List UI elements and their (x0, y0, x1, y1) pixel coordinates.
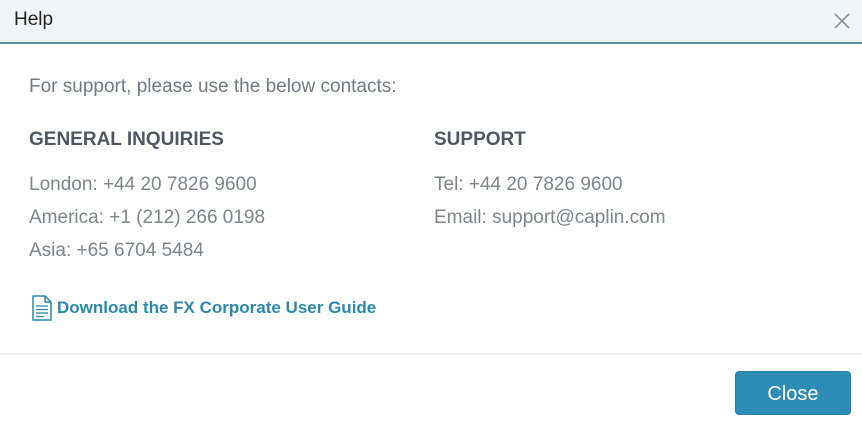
support-tel: Tel: +44 20 7826 9600 (434, 174, 623, 195)
footer-divider (0, 353, 862, 355)
contact-asia: Asia: +65 6704 5484 (29, 240, 204, 261)
general-inquiries-heading: GENERAL INQUIRIES (29, 129, 224, 150)
close-button[interactable]: Close (735, 371, 851, 415)
dialog-title: Help (14, 9, 54, 30)
close-icon[interactable] (832, 11, 852, 31)
document-icon (32, 295, 52, 321)
contact-london: London: +44 20 7826 9600 (29, 174, 257, 195)
support-email: Email: support@caplin.com (434, 207, 666, 228)
support-section: SUPPORT Tel: +44 20 7826 9600 Email: sup… (434, 129, 666, 234)
dialog-titlebar: Help (0, 0, 862, 44)
support-heading: SUPPORT (434, 129, 526, 150)
intro-text: For support, please use the below contac… (29, 76, 397, 97)
general-inquiries-section: GENERAL INQUIRIES London: +44 20 7826 96… (29, 129, 265, 267)
download-user-guide-link[interactable]: Download the FX Corporate User Guide (31, 295, 376, 321)
contact-america: America: +1 (212) 266 0198 (29, 207, 266, 228)
download-link-label[interactable]: Download the FX Corporate User Guide (57, 298, 376, 318)
help-dialog: Help For support, please use the below c… (0, 0, 862, 426)
